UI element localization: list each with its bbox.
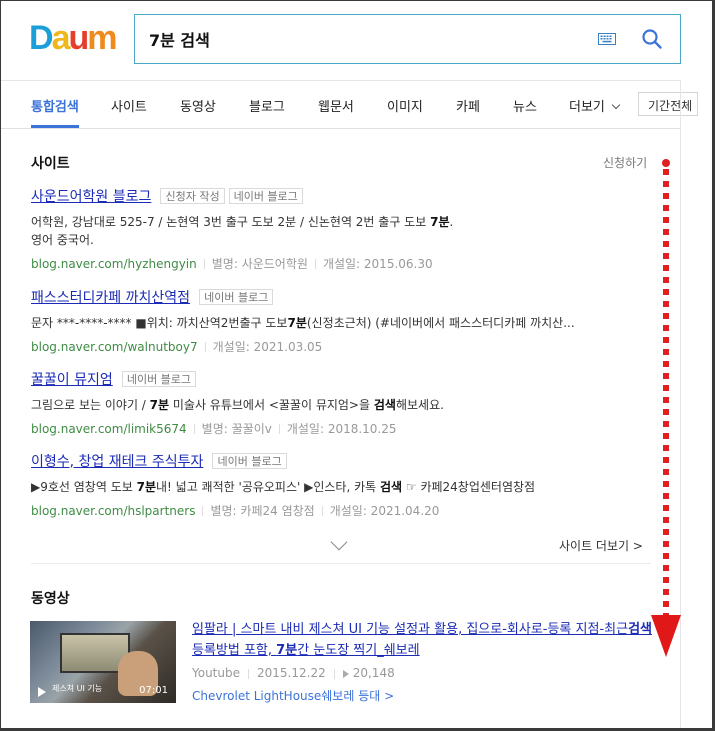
video-title-highlight: 7분 [276, 643, 298, 658]
desc-highlight: 검색 [379, 479, 403, 494]
thumbnail-caption: 제스쳐 UI 기능 [52, 684, 103, 693]
apply-link[interactable]: 신청하기 [603, 154, 647, 171]
site-result-tag: 신청자 작성 [160, 187, 225, 204]
video-views: 20,148 [352, 666, 395, 680]
desc-text: . [449, 214, 454, 229]
site-section-title: 사이트 [31, 156, 70, 172]
desc-text: ▶9호선 염창역 도보 [31, 479, 137, 494]
desc-highlight: 7분 [136, 479, 156, 494]
logo-letter-u: u [68, 19, 89, 57]
site-result-url[interactable]: blog.naver.com/hyzhengyin [31, 257, 197, 271]
video-channel-link[interactable]: Chevrolet LightHouse쉐보레 등대 > [192, 687, 394, 704]
period-filter-button[interactable]: 기간전체 [638, 92, 698, 116]
desc-text: 미술사 유튜브에서 <꿀꿀이 뮤지엄>을 [169, 397, 374, 412]
site-result: 패스스터디카페 까치산역점 네이버 블로그 문자 ***-****-**** ■… [31, 286, 631, 355]
site-result-meta: blog.naver.com/walnutboy7 개설일: 2021.03.05 [31, 338, 631, 355]
site-result-tag: 네이버 블로그 [212, 452, 287, 469]
desc-highlight: 검색 [373, 397, 396, 412]
section-divider [31, 563, 651, 564]
scroll-down-arrow-icon [651, 615, 681, 657]
site-result-url[interactable]: blog.naver.com/walnutboy7 [31, 340, 198, 354]
site-result-opened: 개설일: 2015.06.30 [322, 256, 433, 271]
search-box [134, 14, 681, 64]
site-result-description: 그림으로 보는 이야기 / 7분 미술사 유튜브에서 <꿀꿀이 뮤지엄>을 검색… [31, 396, 631, 414]
logo-letter-m: m [87, 19, 117, 57]
desc-highlight: 7분 [287, 315, 307, 330]
expand-chevron-icon[interactable] [330, 533, 348, 551]
logo-letter-a: a [51, 19, 71, 57]
browser-frame: D a u m 통합검색 사이트 동영상 블로그 웹문서 이미지 카페 뉴스 [0, 0, 715, 731]
video-meta: Youtube 2015.12.22 20,148 [192, 666, 395, 680]
tab-more[interactable]: 더보기 [569, 96, 621, 115]
video-title-text: 간 눈도장 찍기_쉐보레 [297, 643, 420, 658]
tab-cafe[interactable]: 카페 [456, 96, 480, 115]
search-tabs: 통합검색 사이트 동영상 블로그 웹문서 이미지 카페 뉴스 더보기 기간전체 [1, 91, 712, 128]
video-title-highlight: 검색 [628, 622, 652, 637]
video-date: 2015.12.22 [257, 666, 326, 680]
site-result-meta: blog.naver.com/hslpartners 별명: 카페24 염창점 개설… [31, 502, 631, 519]
daum-logo[interactable]: D a u m [29, 19, 118, 57]
site-more-link[interactable]: 사이트 더보기 > [559, 537, 643, 554]
site-result: 꿀꿀이 뮤지엄 네이버 블로그 그림으로 보는 이야기 / 7분 미술사 유튜브… [31, 368, 631, 437]
video-duration: 07:01 [139, 685, 168, 696]
desc-text: 내! 넓고 쾌적한 '공유오피스' ▶인스타, 카톡 [155, 479, 380, 494]
site-result-opened: 개설일: 2021.03.05 [212, 339, 323, 354]
site-result-meta: blog.naver.com/hyzhengyin 별명: 사운드어학원 개설일: … [31, 255, 631, 272]
site-result-tag: 네이버 블로그 [228, 187, 303, 204]
video-title-text: 임팔라 | 스마트 내비 제스쳐 UI 기능 설정과 활용, 집으로-회사로-등… [192, 622, 629, 637]
logo-letter-d: D [29, 19, 54, 57]
desc-text: 그림으로 보는 이야기 / [31, 397, 150, 412]
views-icon [342, 669, 349, 678]
site-result-url[interactable]: blog.naver.com/limik5674 [31, 422, 187, 436]
desc-text: 영어 중국어. [31, 232, 94, 247]
video-title-link[interactable]: 임팔라 | 스마트 내비 제스쳐 UI 기능 설정과 활용, 집으로-회사로-등… [192, 619, 652, 661]
desc-text: 문자 ***-****-**** ■위치: 까치산역2번출구 도보 [31, 315, 288, 330]
tab-integrated[interactable]: 통합검색 [31, 96, 79, 115]
desc-highlight: 7분 [149, 397, 170, 412]
keyboard-icon[interactable] [598, 33, 616, 45]
site-result-title[interactable]: 사운드어학원 블로그 [31, 186, 151, 206]
play-icon [38, 687, 46, 697]
tab-video[interactable]: 동영상 [180, 96, 216, 115]
desc-text: 해보세요. [395, 397, 444, 412]
chevron-down-icon [611, 100, 621, 110]
tab-web[interactable]: 웹문서 [318, 96, 354, 115]
site-result-tag: 네이버 블로그 [199, 288, 274, 305]
site-result-opened: 개설일: 2021.04.20 [329, 503, 440, 518]
desc-text: (신정초근처) (#네이버에서 패스스터디카페 까치산... [306, 315, 575, 330]
site-result-description: ▶9호선 염창역 도보 7분내! 넓고 쾌적한 '공유오피스' ▶인스타, 카톡… [31, 478, 631, 496]
video-source: Youtube [192, 666, 240, 680]
video-thumbnail[interactable]: 제스쳐 UI 기능 07:01 [30, 621, 176, 703]
tabs-divider [1, 128, 681, 129]
site-result-opened: 개설일: 2018.10.25 [286, 421, 397, 436]
site-result: 사운드어학원 블로그 신청자 작성 네이버 블로그 어학원, 강남대로 525-7… [31, 185, 631, 272]
site-result-nickname: 별명: 카페24 염창점 [210, 503, 315, 518]
site-result-tag: 네이버 블로그 [121, 370, 197, 387]
site-result-meta: blog.naver.com/limik5674 별명: 꿀꿀이v 개설일: 201… [31, 420, 631, 437]
site-result-title[interactable]: 패스스터디카페 까치산역점 [31, 287, 190, 307]
tab-image[interactable]: 이미지 [387, 96, 423, 115]
site-result-description: 어학원, 강남대로 525-7 / 논현역 3번 출구 도보 2분 / 신논현역… [31, 213, 631, 249]
tab-more-label: 더보기 [569, 100, 605, 115]
site-result-title[interactable]: 꿀꿀이 뮤지엄 [31, 369, 113, 389]
tab-news[interactable]: 뉴스 [513, 96, 537, 115]
desc-highlight: 7분 [430, 214, 450, 229]
search-input[interactable] [149, 25, 589, 53]
site-result-nickname: 별명: 사운드어학원 [211, 256, 308, 271]
desc-text: ☞ 카페24창업센터염창점 [402, 479, 536, 494]
scroll-indicator-line [663, 169, 669, 617]
desc-text: 어학원, 강남대로 525-7 / 논현역 3번 출구 도보 2분 / 신논현역… [31, 214, 431, 229]
video-title-text: 등록방법 포함, [192, 643, 277, 658]
header-divider [1, 80, 681, 81]
site-result-nickname: 별명: 꿀꿀이v [201, 421, 272, 436]
site-result-description: 문자 ***-****-**** ■위치: 까치산역2번출구 도보7분(신정초근… [31, 314, 631, 332]
search-icon[interactable] [641, 28, 663, 50]
site-result-title[interactable]: 이형수, 창업 재테크 주식투자 [31, 451, 203, 471]
site-result-url[interactable]: blog.naver.com/hslpartners [31, 504, 195, 518]
tab-site[interactable]: 사이트 [111, 96, 147, 115]
tab-blog[interactable]: 블로그 [249, 96, 285, 115]
video-section-title: 동영상 [31, 591, 70, 607]
scroll-start-dot-icon [662, 159, 670, 167]
site-result: 이형수, 창업 재테크 주식투자 네이버 블로그 ▶9호선 염창역 도보 7분내… [31, 450, 631, 519]
